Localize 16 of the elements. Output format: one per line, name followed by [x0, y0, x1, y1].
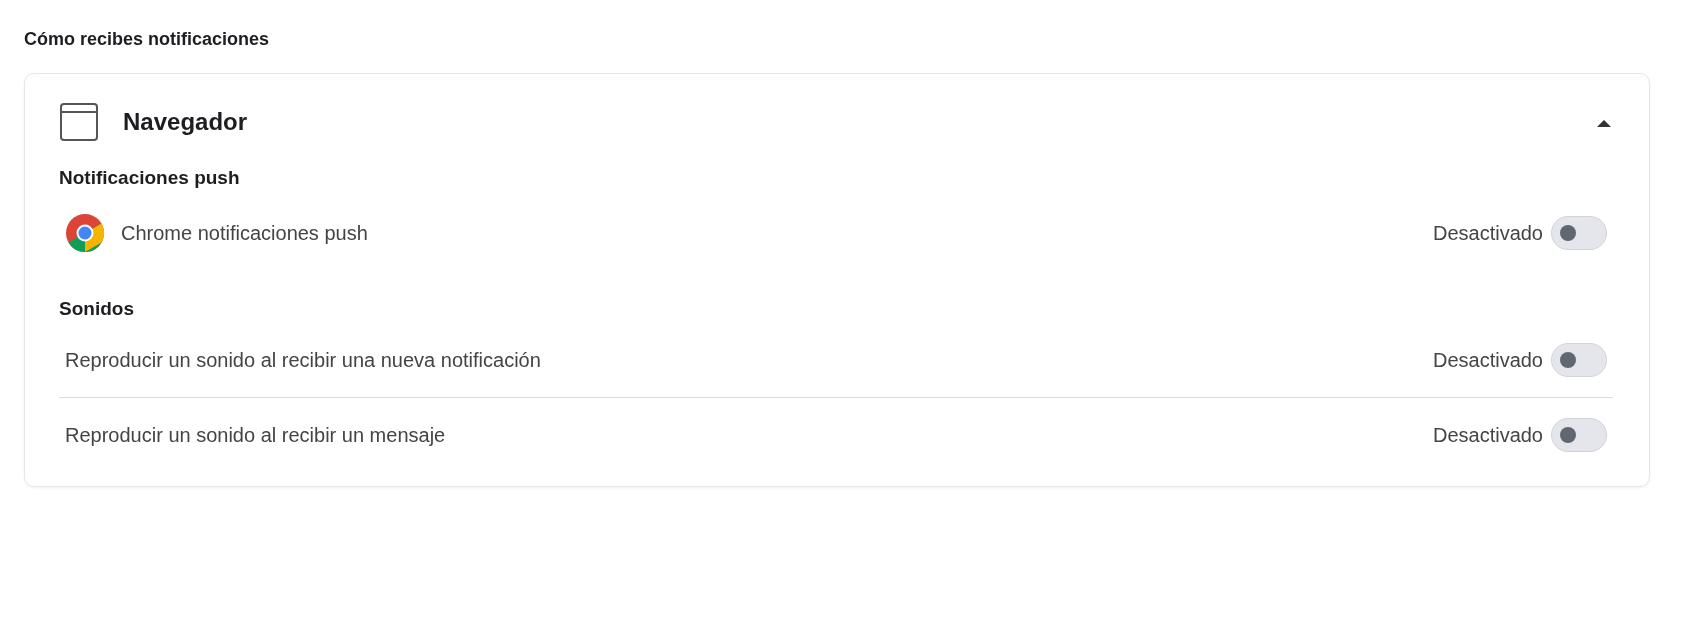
status-text: Desactivado [1432, 220, 1543, 246]
toggle-switch[interactable] [1551, 343, 1607, 377]
toggle-switch[interactable] [1551, 215, 1607, 250]
setting-label: Chrome notificaciones push [121, 220, 368, 246]
status-text: Desactivado [1432, 348, 1543, 373]
chrome-icon [65, 212, 105, 253]
toggle-switch[interactable] [1551, 418, 1607, 452]
setting-label: Reproducir un sonido al recibir un mensaje [65, 423, 446, 448]
browser-window-icon [59, 102, 99, 142]
panel-title: Navegador [123, 107, 249, 137]
section-title: Sonidos [59, 296, 135, 321]
section-title: Notificaciones push [59, 166, 241, 190]
caret-up-icon [1595, 117, 1613, 128]
section-heading: Cómo recibes notificaciones [24, 28, 271, 51]
setting-label: Reproducir un sonido al recibir una nueva notificación [65, 348, 541, 373]
status-text: Desactivado [1432, 423, 1543, 448]
